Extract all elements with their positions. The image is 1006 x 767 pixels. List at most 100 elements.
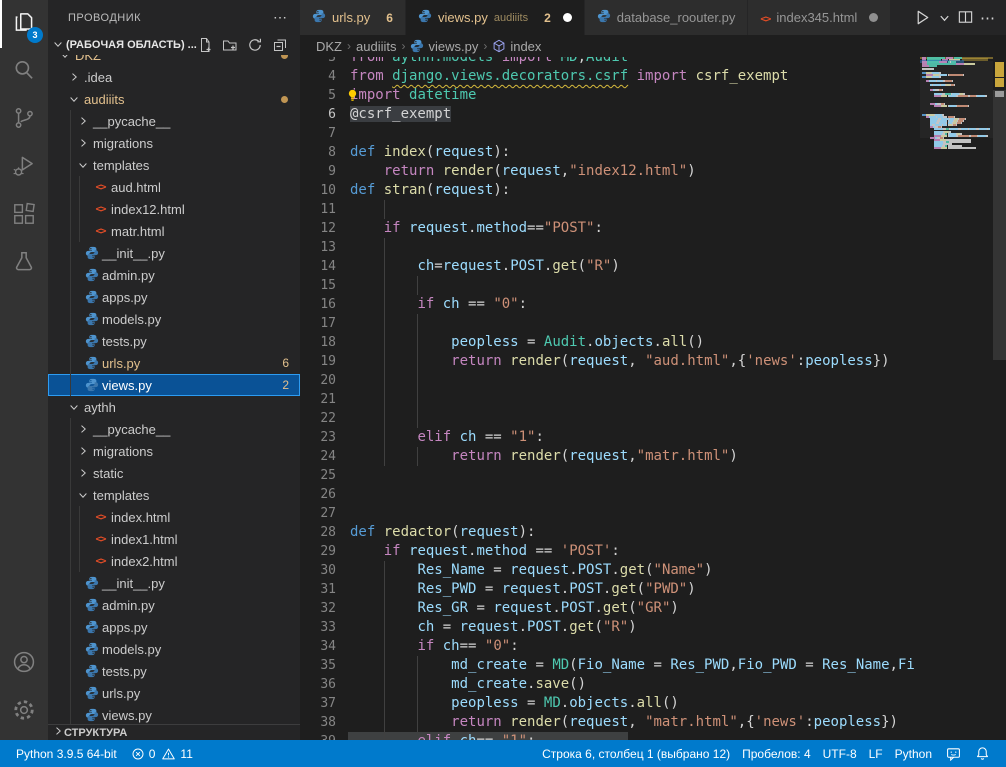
line-number[interactable]: 29 (300, 542, 336, 561)
code-line-10[interactable]: 10def stran(request): (300, 181, 1006, 200)
search-activity-button[interactable] (0, 48, 48, 96)
collapse-all-icon[interactable] (272, 37, 288, 53)
code-line-14[interactable]: 14 ch=request.POST.get("R") (300, 257, 1006, 276)
line-number[interactable]: 33 (300, 618, 336, 637)
tree-item-__pycache__[interactable]: __pycache__ (48, 418, 300, 440)
tree-item-views.py[interactable]: views.py (48, 704, 300, 724)
line-number[interactable]: 20 (300, 371, 336, 390)
outline-section-header[interactable]: СТРУКТУРА (48, 724, 300, 740)
tab-database_roouter.py[interactable]: database_roouter.py (585, 0, 749, 35)
line-number[interactable]: 24 (300, 447, 336, 466)
code-line-35[interactable]: 35 md_create = MD(Fio_Name = Res_PWD,Fio… (300, 656, 1006, 675)
line-number[interactable]: 26 (300, 485, 336, 504)
line-number[interactable]: 17 (300, 314, 336, 333)
breadcrumb-item-index[interactable]: index (492, 39, 541, 54)
code-line-34[interactable]: 34 if ch== "0": (300, 637, 1006, 656)
notifications-button[interactable] (967, 746, 996, 761)
tree-item-tests.py[interactable]: tests.py (48, 660, 300, 682)
new-folder-icon[interactable] (222, 37, 238, 53)
encoding-status[interactable]: UTF-8 (817, 747, 863, 761)
indentation-status[interactable]: Пробелов: 4 (736, 747, 817, 761)
extensions-activity-button[interactable] (0, 192, 48, 240)
lightbulb-icon[interactable] (346, 89, 359, 108)
code-line-33[interactable]: 33 ch = request.POST.get("R") (300, 618, 1006, 637)
line-number[interactable]: 28 (300, 523, 336, 542)
line-number[interactable]: 10 (300, 181, 336, 200)
code-line-4[interactable]: 4from django.views.decorators.csrf impor… (300, 67, 1006, 86)
line-number[interactable]: 15 (300, 276, 336, 295)
python-interpreter-status[interactable]: Python 3.9.5 64-bit (10, 740, 123, 767)
line-number[interactable]: 25 (300, 466, 336, 485)
code-line-24[interactable]: 24 return render(request,"matr.html") (300, 447, 1006, 466)
breadcrumb-item-audiiits[interactable]: audiiits (356, 39, 396, 54)
line-number[interactable]: 14 (300, 257, 336, 276)
breadcrumb-item-views.py[interactable]: views.py (410, 39, 478, 54)
code-line-29[interactable]: 29 if request.method == 'POST': (300, 542, 1006, 561)
code-line-15[interactable]: 15 (300, 276, 1006, 295)
code-line-27[interactable]: 27 (300, 504, 1006, 523)
tree-item-__pycache__[interactable]: __pycache__ (48, 110, 300, 132)
tree-item-views.py[interactable]: views.py2 (48, 374, 300, 396)
tree-item-admin.py[interactable]: admin.py (48, 594, 300, 616)
line-number[interactable]: 12 (300, 219, 336, 238)
testing-activity-button[interactable] (0, 240, 48, 288)
tree-item-templates[interactable]: templates (48, 154, 300, 176)
problems-status[interactable]: 0 11 (123, 740, 199, 767)
source-control-activity-button[interactable] (0, 96, 48, 144)
line-number[interactable]: 38 (300, 713, 336, 732)
code-line-30[interactable]: 30 Res_Name = request.POST.get("Name") (300, 561, 1006, 580)
code-line-22[interactable]: 22 (300, 409, 1006, 428)
code-line-13[interactable]: 13 (300, 238, 1006, 257)
code-line-36[interactable]: 36 md_create.save() (300, 675, 1006, 694)
code-line-32[interactable]: 32 Res_GR = request.POST.get("GR") (300, 599, 1006, 618)
line-number[interactable]: 3 (300, 57, 336, 67)
explorer-activity-button[interactable]: 3 (0, 0, 48, 48)
code-editor[interactable]: 3from aythh.models import MD,Audit4from … (300, 57, 1006, 740)
line-number[interactable]: 4 (300, 67, 336, 86)
run-debug-activity-button[interactable] (0, 144, 48, 192)
workspace-section-header[interactable]: (РАБОЧАЯ ОБЛАСТЬ) ... (48, 35, 300, 55)
line-number[interactable]: 19 (300, 352, 336, 371)
code-line-25[interactable]: 25 (300, 466, 1006, 485)
code-line-16[interactable]: 16 if ch == "0": (300, 295, 1006, 314)
line-number[interactable]: 34 (300, 637, 336, 656)
line-number[interactable]: 11 (300, 200, 336, 219)
tab-urls.py[interactable]: urls.py6 (300, 0, 406, 35)
line-number[interactable]: 7 (300, 124, 336, 143)
code-line-28[interactable]: 28def redactor(request): (300, 523, 1006, 542)
split-editor-icon[interactable] (957, 9, 974, 26)
tab-views.py[interactable]: views.pyaudiiits2 (406, 0, 585, 35)
account-button[interactable] (0, 640, 48, 688)
tree-item-migrations[interactable]: migrations (48, 132, 300, 154)
tree-item-urls.py[interactable]: urls.py (48, 682, 300, 704)
code-line-8[interactable]: 8def index(request): (300, 143, 1006, 162)
line-number[interactable]: 6 (300, 105, 336, 124)
code-line-37[interactable]: 37 peopless = MD.objects.all() (300, 694, 1006, 713)
line-number[interactable]: 18 (300, 333, 336, 352)
line-number[interactable]: 23 (300, 428, 336, 447)
code-line-39[interactable]: 39 elif ch== "1": (300, 732, 1006, 740)
code-line-7[interactable]: 7 (300, 124, 1006, 143)
tree-item-index12.html[interactable]: <>index12.html (48, 198, 300, 220)
tree-item-apps.py[interactable]: apps.py (48, 286, 300, 308)
line-number[interactable]: 37 (300, 694, 336, 713)
tree-item-templates[interactable]: templates (48, 484, 300, 506)
code-line-18[interactable]: 18 peopless = Audit.objects.all() (300, 333, 1006, 352)
code-line-5[interactable]: 5import datetime (300, 86, 1006, 105)
code-line-31[interactable]: 31 Res_PWD = request.POST.get("PWD") (300, 580, 1006, 599)
tab-index345.html[interactable]: <>index345.html (748, 0, 891, 35)
tree-item-__init__.py[interactable]: __init__.py (48, 572, 300, 594)
new-file-icon[interactable] (197, 37, 213, 53)
line-number[interactable]: 31 (300, 580, 336, 599)
tree-item-matr.html[interactable]: <>matr.html (48, 220, 300, 242)
code-line-12[interactable]: 12 if request.method=="POST": (300, 219, 1006, 238)
code-line-26[interactable]: 26 (300, 485, 1006, 504)
code-line-11[interactable]: 11 (300, 200, 1006, 219)
tree-item-admin.py[interactable]: admin.py (48, 264, 300, 286)
line-number[interactable]: 30 (300, 561, 336, 580)
settings-button[interactable] (0, 688, 48, 736)
line-number[interactable]: 21 (300, 390, 336, 409)
tree-item-tests.py[interactable]: tests.py (48, 330, 300, 352)
line-number[interactable]: 13 (300, 238, 336, 257)
eol-status[interactable]: LF (863, 747, 889, 761)
